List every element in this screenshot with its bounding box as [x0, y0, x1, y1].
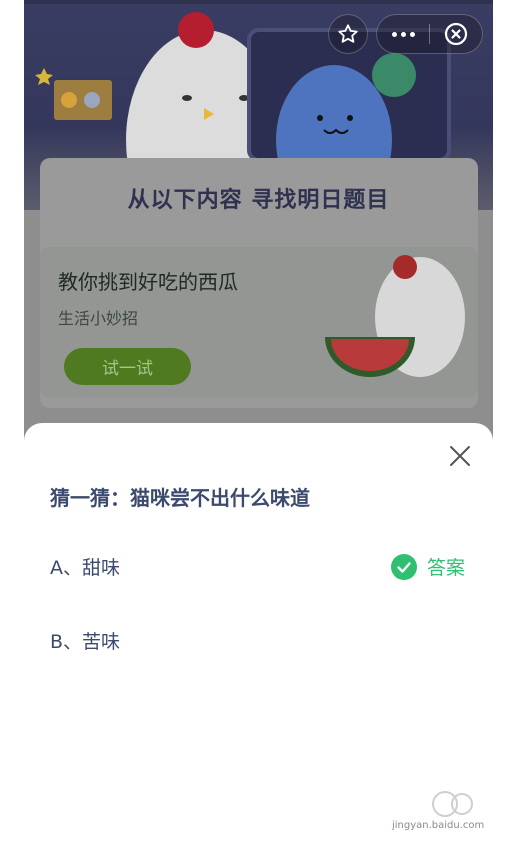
option-b[interactable]: B、苦味 — [50, 627, 120, 654]
option-a[interactable]: A、甜味 — [50, 553, 120, 580]
answer-badge: 答案 — [391, 553, 465, 580]
check-circle-icon — [391, 553, 417, 580]
star-icon — [35, 68, 53, 85]
screen: 从以下内容 寻找明日题目 教你挑到好吃的西瓜 生活小妙招 试一试 猜一猜：猫咪尝… — [24, 0, 493, 847]
try-button[interactable]: 试一试 — [64, 348, 191, 385]
star-outline-icon — [338, 24, 358, 43]
menu-capsule — [376, 14, 483, 54]
globe-icon — [372, 53, 416, 97]
answer-label: 答案 — [427, 557, 466, 579]
watermark-url: jingyan.baidu.com — [392, 820, 485, 831]
medal-icon — [61, 92, 77, 108]
panel-title: 从以下内容 寻找明日题目 — [127, 188, 390, 213]
medal-icon — [84, 92, 100, 108]
more-button[interactable] — [377, 15, 429, 53]
favorite-button[interactable] — [328, 14, 368, 54]
watermelon-chick-illustration — [325, 255, 465, 377]
quiz-question: 猜一猜：猫咪尝不出什么味道 — [50, 486, 310, 510]
close-circle-icon — [444, 22, 468, 46]
mascot-comb — [178, 12, 214, 48]
exit-button[interactable] — [430, 15, 482, 53]
card-title: 教你挑到好吃的西瓜 — [58, 270, 238, 294]
card-subtitle: 生活小妙招 — [58, 309, 139, 328]
close-icon[interactable] — [448, 444, 472, 468]
more-dots-icon — [391, 31, 415, 37]
